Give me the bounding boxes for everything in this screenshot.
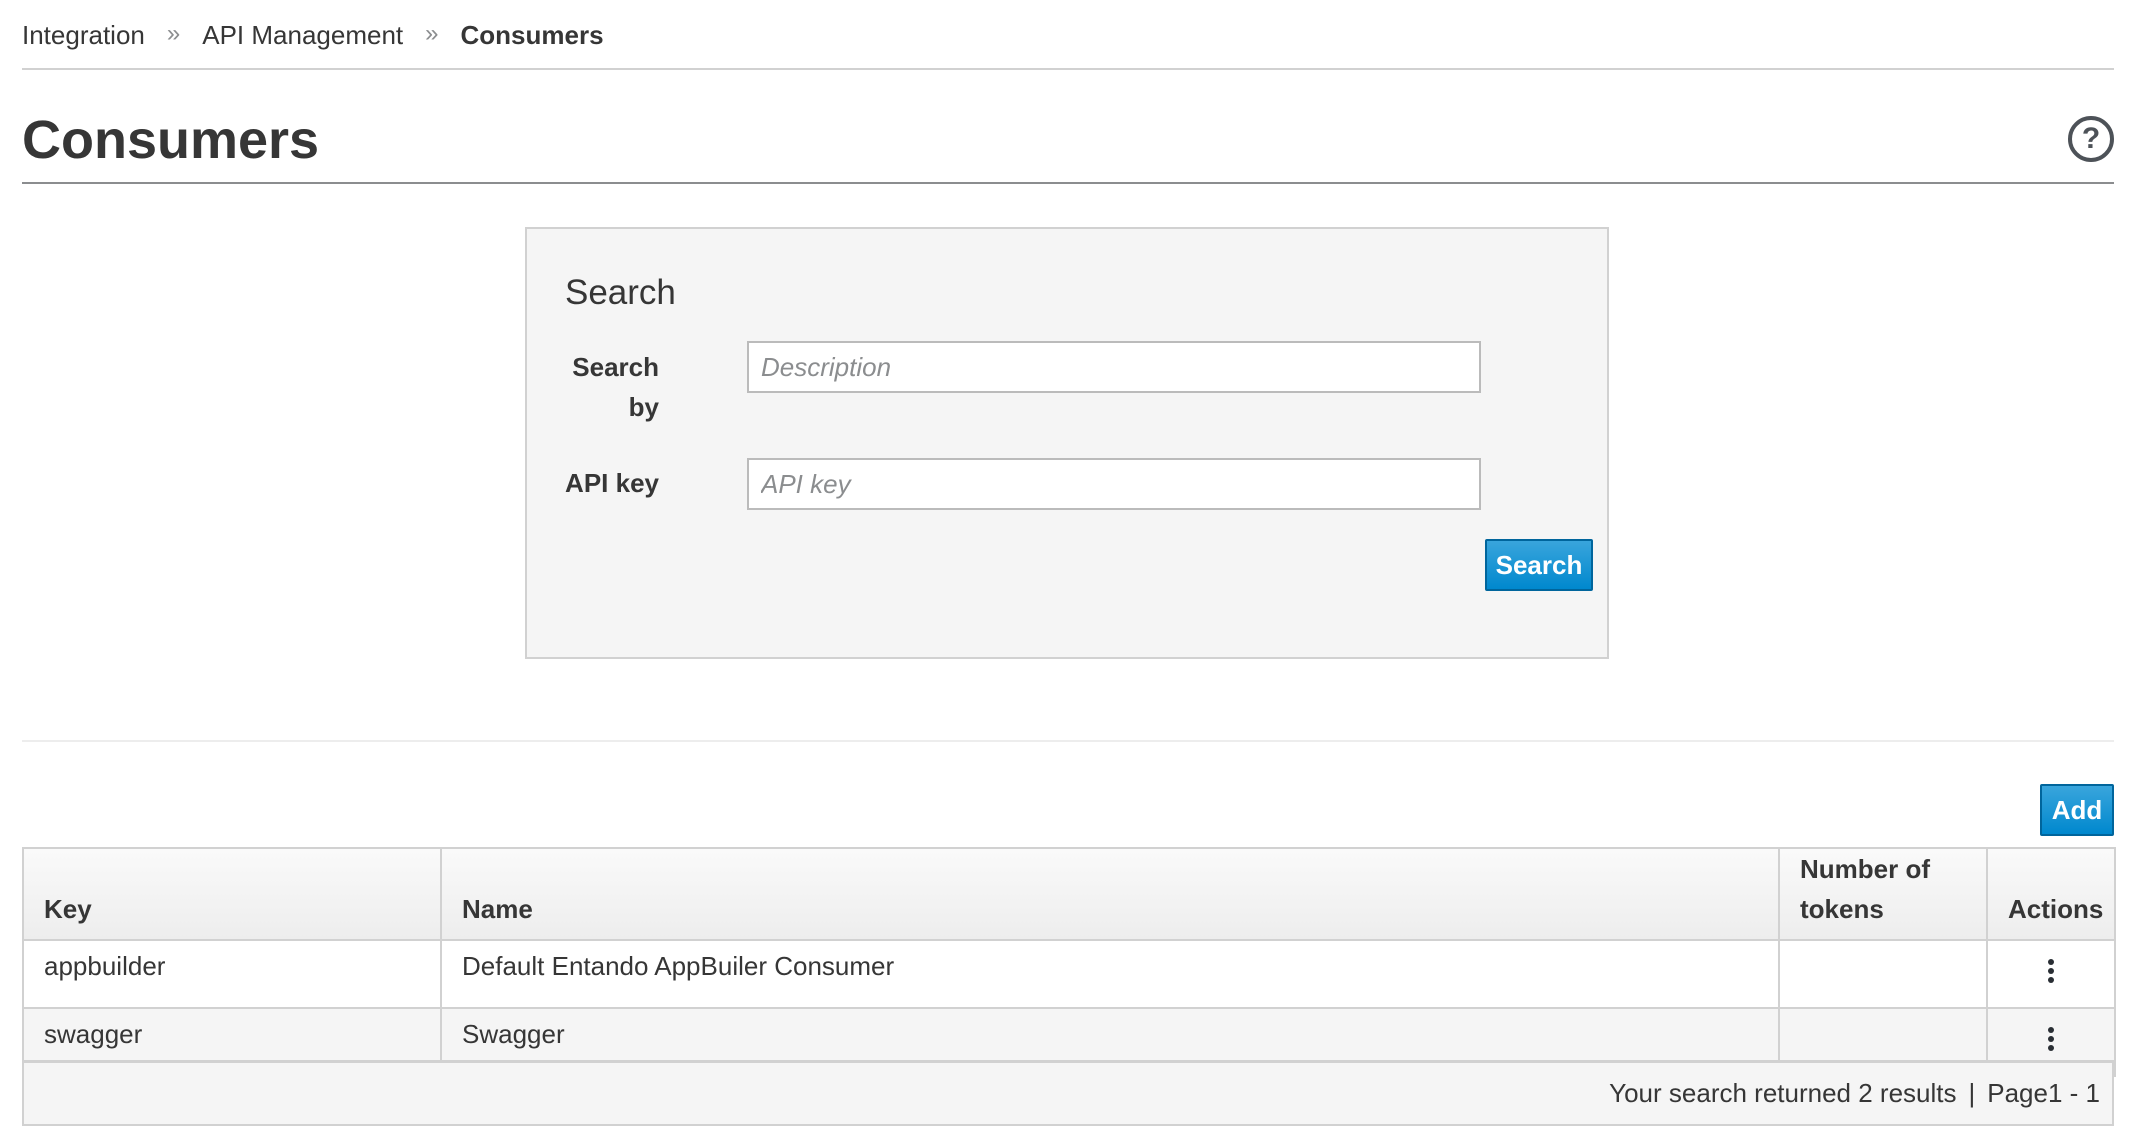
search-panel: Search Search by API key Search <box>525 227 1609 659</box>
cell-key: appbuilder <box>22 939 442 1009</box>
add-consumer-button[interactable]: Add <box>2040 784 2114 836</box>
breadcrumb: Integration » API Management » Consumers <box>22 0 2114 70</box>
results-count: Your search returned 2 results <box>1609 1078 1957 1108</box>
column-header-name[interactable]: Name <box>440 847 1780 941</box>
help-glyph: ? <box>2081 122 2101 155</box>
search-by-label: Search by <box>572 352 659 422</box>
section-divider <box>22 740 2114 742</box>
description-input[interactable] <box>747 341 1481 393</box>
cell-actions <box>1986 939 2116 1009</box>
search-button[interactable]: Search <box>1485 539 1593 591</box>
search-heading: Search <box>565 273 676 312</box>
kebab-menu-icon[interactable] <box>2041 951 2061 991</box>
consumers-table: Key Name Number of tokens Actions appbui… <box>22 847 2116 1077</box>
cell-name: Default Entando AppBuiler Consumer <box>440 939 1780 1009</box>
question-circle-icon[interactable]: ? <box>2068 116 2114 162</box>
page-title: Consumers <box>22 110 320 170</box>
breadcrumb-item-api-management[interactable]: API Management <box>202 20 403 51</box>
page-indicator: Page1 - 1 <box>1987 1078 2100 1108</box>
api-key-input[interactable] <box>747 458 1481 510</box>
column-header-key[interactable]: Key <box>22 847 442 941</box>
api-key-label: API key <box>565 468 659 498</box>
column-header-actions: Actions <box>1986 847 2116 941</box>
breadcrumb-separator-icon: » <box>425 20 439 47</box>
table-row: appbuilder Default Entando AppBuiler Con… <box>22 939 2116 1009</box>
page-header: Consumers ? <box>22 70 2114 184</box>
pagination-footer: Your search returned 2 results | Page1 -… <box>22 1060 2114 1126</box>
table-header-row: Key Name Number of tokens Actions <box>22 847 2116 941</box>
kebab-menu-icon[interactable] <box>2041 1019 2061 1059</box>
cell-tokens <box>1778 939 1988 1009</box>
breadcrumb-item-integration[interactable]: Integration <box>22 20 145 51</box>
page: Integration » API Management » Consumers… <box>22 0 2116 1126</box>
column-header-tokens[interactable]: Number of tokens <box>1778 847 1988 941</box>
breadcrumb-separator-icon: » <box>166 20 181 47</box>
breadcrumb-item-consumers: Consumers <box>460 19 604 50</box>
pagination-separator: | <box>1968 1078 1976 1108</box>
